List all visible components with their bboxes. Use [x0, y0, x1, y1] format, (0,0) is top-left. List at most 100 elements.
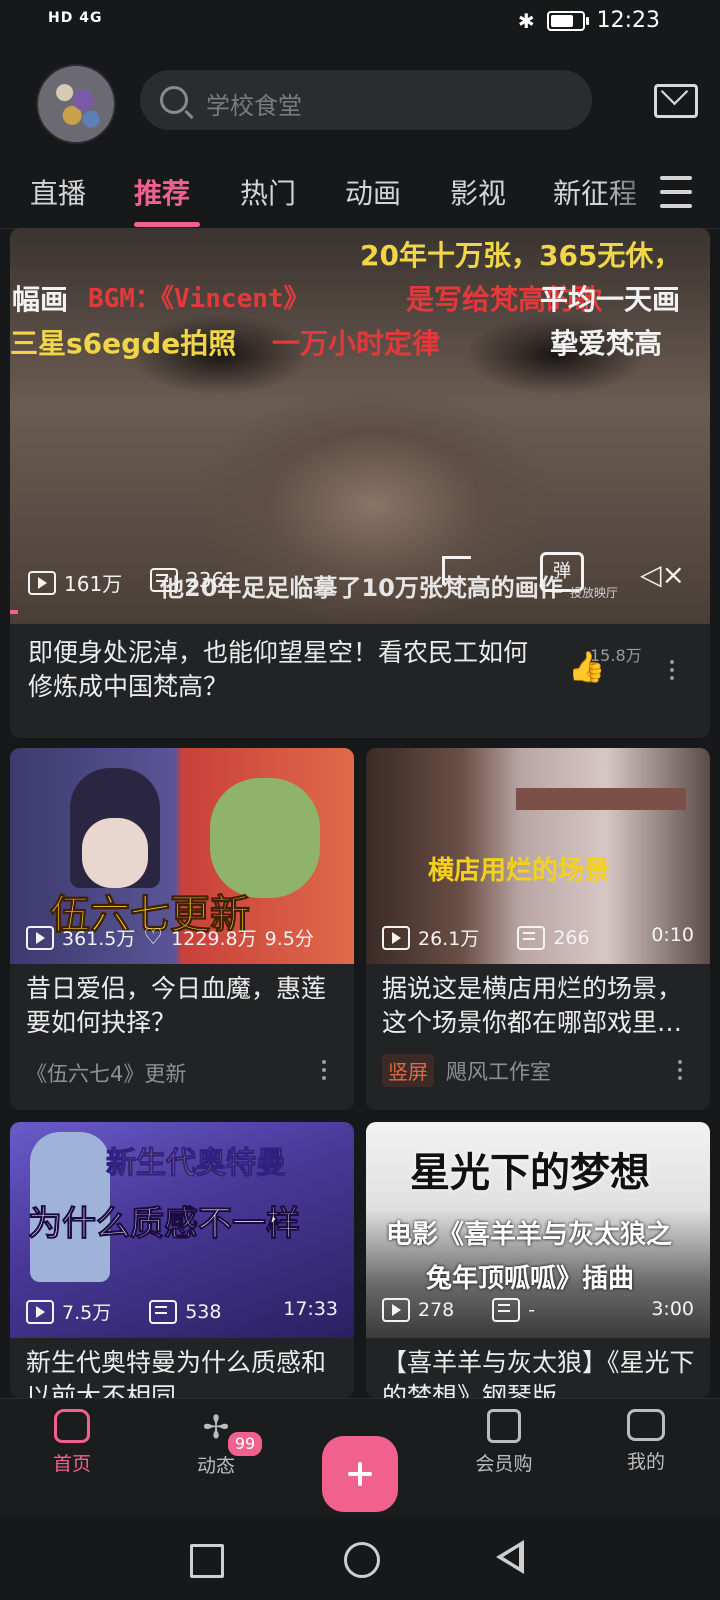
- duration: 17:33: [283, 1298, 338, 1320]
- overlay-text: 电影《喜羊羊与灰太狼之: [386, 1220, 673, 1250]
- tab-indicator: [134, 222, 200, 227]
- status-right: ✱ 12:23: [518, 8, 660, 33]
- video-subtitle[interactable]: 《伍六七4》更新: [26, 1058, 186, 1088]
- nav-label: 首页: [52, 1453, 91, 1475]
- overlay-text: 平均一天画: [540, 283, 681, 316]
- overlay-text: 挚爱梵高: [550, 327, 663, 360]
- back-icon-inner: [503, 1547, 519, 1567]
- play-count: 26.1万 266: [382, 924, 590, 951]
- mute-icon[interactable]: ◁×: [640, 558, 685, 591]
- system-nav-bar: [0, 1516, 720, 1600]
- overlay-text: 新生代奥特曼: [106, 1146, 287, 1182]
- video-title[interactable]: 【喜羊羊与灰太狼】《星光下的梦想》钢琴版: [382, 1346, 696, 1398]
- overlay-text: BGM：《Vincent》: [88, 284, 310, 314]
- play-count: 278 -: [382, 1298, 535, 1322]
- tab-film[interactable]: 影视: [450, 172, 506, 212]
- nav-mine[interactable]: 我的: [596, 1409, 696, 1474]
- danmaku-count-value: 2361: [186, 568, 237, 592]
- progress-bar: [10, 610, 18, 614]
- play-icon: [26, 1299, 54, 1324]
- danmaku-icon: [517, 925, 546, 950]
- play-icon: [382, 1298, 410, 1322]
- danmaku-count-value: 538: [185, 1300, 222, 1323]
- play-count: 161万: [28, 568, 122, 597]
- play-icon: [28, 570, 56, 595]
- play-count: 7.5万 538: [26, 1298, 221, 1325]
- notification-badge: 99: [226, 1430, 264, 1458]
- play-count-value: 26.1万: [418, 928, 480, 950]
- danmaku-icon: [150, 568, 178, 592]
- overlay-text: 星光下的梦想: [410, 1150, 650, 1196]
- clock: 12:23: [596, 8, 660, 33]
- play-count-value: 361.5万: [62, 928, 136, 950]
- uploader-name: 飓风工作室: [446, 1060, 551, 1084]
- character-art: [210, 778, 320, 898]
- overlay-text: 为什么质感不一样: [28, 1204, 301, 1245]
- danmaku-count-value: 266: [553, 926, 590, 949]
- duration: 3:00: [651, 1298, 694, 1320]
- nav-label: 会员购: [475, 1453, 533, 1475]
- avatar[interactable]: [36, 64, 116, 144]
- video-title[interactable]: 据说这是横店用烂的场景，这个场景你都在哪部戏里…: [382, 972, 696, 1040]
- like-count-value: 1229.8万: [171, 928, 257, 950]
- tab-animation[interactable]: 动画: [345, 172, 401, 212]
- search-icon: [160, 86, 188, 114]
- home-circle-icon[interactable]: [344, 1542, 380, 1578]
- overlay-text: 幅画: [12, 283, 69, 316]
- nav-label: 动态: [196, 1455, 235, 1477]
- play-icon: [26, 925, 54, 950]
- heart-icon: ♡: [143, 925, 164, 950]
- tab-recommend[interactable]: 推荐: [134, 172, 190, 212]
- video-card[interactable]: 伍六七更新 361.5万 ♡ 1229.8万 9.5分 昔日爱侣，今日血魔，惠莲…: [10, 748, 354, 1110]
- tab-hot[interactable]: 热门: [240, 172, 296, 212]
- character-art: [82, 818, 148, 888]
- home-icon: [54, 1409, 90, 1443]
- play-count-value: 278: [418, 1299, 455, 1321]
- nav-shop[interactable]: 会员购: [454, 1409, 554, 1476]
- overlay-text: 兔年顶呱呱》插曲: [426, 1264, 635, 1294]
- play-count-value: 7.5万: [62, 1302, 112, 1324]
- network-status: HD 4G: [48, 10, 103, 26]
- danmaku-icon: [492, 1298, 521, 1322]
- video-card[interactable]: 星光下的梦想 电影《喜羊羊与灰太狼之 兔年顶呱呱》插曲 278 - 3:00 【…: [366, 1122, 710, 1398]
- bluetooth-icon: ✱: [517, 8, 535, 33]
- danmaku-icon: [149, 1299, 178, 1324]
- overlay-text: 三星s6egde拍照: [10, 327, 237, 360]
- video-title[interactable]: 新生代奥特曼为什么质感和以前大不相同: [26, 1346, 340, 1398]
- danmaku-count-value: -: [528, 1299, 536, 1321]
- more-options-icon[interactable]: [322, 1060, 326, 1064]
- battery-icon: [546, 10, 589, 31]
- menu-icon[interactable]: [660, 174, 692, 210]
- status-bar: HD 4G ✱ 12:23: [0, 0, 720, 48]
- danmaku-count: 2361: [150, 568, 237, 592]
- bridge-art: [516, 788, 686, 810]
- featured-video-card[interactable]: 20年十万张，365无休， 幅画 BGM：《Vincent》 是写给梵高的歌 平…: [10, 228, 710, 738]
- video-title[interactable]: 即便身处泥淖，也能仰望星空！看农民工如何修炼成中国梵高？: [28, 636, 548, 704]
- play-count-value: 161万: [64, 572, 123, 596]
- mail-icon[interactable]: [654, 84, 698, 118]
- overlay-text: 20年十万张，365无休，: [360, 239, 682, 272]
- cast-label: 投放映厅: [570, 586, 619, 600]
- duration: 0:10: [651, 924, 694, 946]
- play-count: 361.5万 ♡ 1229.8万 9.5分: [26, 924, 314, 951]
- recent-apps-icon[interactable]: [190, 1544, 224, 1578]
- nav-home[interactable]: 首页: [22, 1409, 122, 1476]
- score-value: 9.5分: [264, 928, 314, 950]
- overlay-text: 横店用烂的场景: [428, 856, 611, 886]
- video-subtitle[interactable]: 竖屏 飓风工作室: [382, 1054, 551, 1087]
- overlay-text: 一万小时定律: [272, 327, 441, 360]
- search-input[interactable]: 学校食堂: [206, 86, 302, 121]
- video-title[interactable]: 昔日爱侣，今日血魔，惠莲要如何抉择？: [26, 972, 340, 1040]
- play-icon: [382, 925, 410, 950]
- video-card[interactable]: 新生代奥特曼 为什么质感不一样 7.5万 538 17:33 新生代奥特曼为什么…: [10, 1122, 354, 1398]
- more-options-icon[interactable]: [670, 660, 674, 664]
- video-card[interactable]: 横店用烂的场景 26.1万 266 0:10 据说这是横店用烂的场景，这个场景你…: [366, 748, 710, 1110]
- tab-live[interactable]: 直播: [30, 172, 86, 212]
- like-count: 15.8万: [590, 646, 642, 665]
- more-options-icon[interactable]: [678, 1060, 682, 1064]
- tv-icon: [627, 1409, 665, 1441]
- fullscreen-icon[interactable]: [442, 556, 471, 585]
- publish-button[interactable]: [322, 1436, 398, 1512]
- nav-label: 我的: [626, 1451, 665, 1473]
- shopping-bag-icon: [487, 1409, 521, 1443]
